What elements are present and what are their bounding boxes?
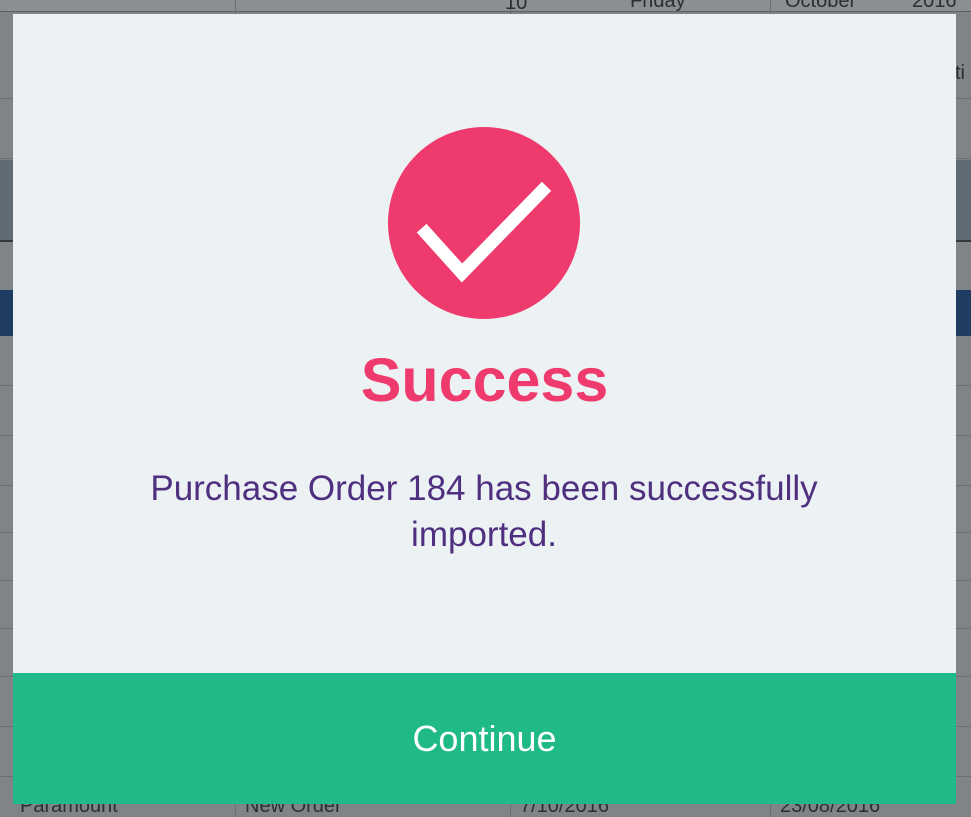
dialog-message: Purchase Order 184 has been successfully… <box>150 469 818 554</box>
background-text: ti <box>955 62 965 84</box>
checkmark-icon <box>416 181 552 283</box>
background-text: 10 <box>505 0 528 14</box>
background-text: Friday <box>630 0 686 12</box>
success-badge <box>388 127 580 319</box>
success-dialog: Success Purchase Order 184 has been succ… <box>13 14 956 804</box>
continue-button[interactable]: Continue <box>13 673 956 804</box>
background-text: 2016 <box>912 0 957 12</box>
background-text: October <box>785 0 857 12</box>
dialog-title: Success <box>360 346 609 414</box>
